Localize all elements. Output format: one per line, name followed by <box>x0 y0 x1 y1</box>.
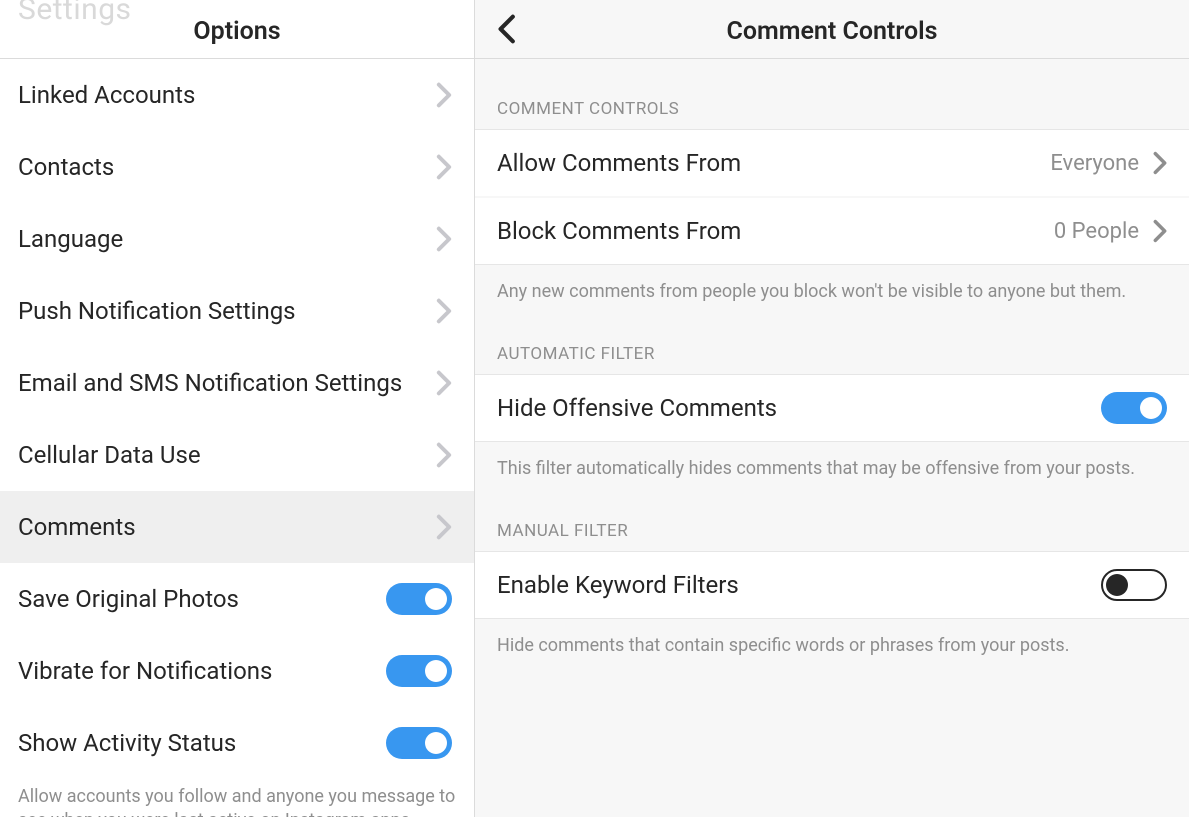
section-group-automatic-filter: Hide Offensive Comments <box>475 374 1189 442</box>
options-title: Options <box>193 17 280 46</box>
row-label: Allow Comments From <box>497 149 741 177</box>
options-header: Options <box>0 0 474 59</box>
comment-controls-pane: Comment Controls COMMENT CONTROLS Allow … <box>475 0 1189 817</box>
option-email-sms-notifications[interactable]: Email and SMS Notification Settings <box>0 347 474 419</box>
section-group-manual-filter: Enable Keyword Filters <box>475 551 1189 619</box>
section-header-automatic-filter: AUTOMATIC FILTER <box>475 304 1189 374</box>
row-value: Everyone <box>1050 151 1139 176</box>
option-linked-accounts[interactable]: Linked Accounts <box>0 59 474 131</box>
row-label: Block Comments From <box>497 217 741 245</box>
chevron-right-icon <box>436 442 452 468</box>
option-comments[interactable]: Comments <box>0 491 474 563</box>
options-list: Linked Accounts Contacts Language Push N… <box>0 59 474 817</box>
option-label: Contacts <box>18 153 114 181</box>
option-label: Comments <box>18 513 136 541</box>
toggle-save-photos[interactable] <box>386 583 452 615</box>
row-hide-offensive: Hide Offensive Comments <box>475 375 1189 441</box>
option-push-notifications[interactable]: Push Notification Settings <box>0 275 474 347</box>
chevron-right-icon <box>436 226 452 252</box>
detail-title: Comment Controls <box>727 17 938 46</box>
activity-status-description: Allow accounts you follow and anyone you… <box>0 779 474 817</box>
option-show-activity-status: Show Activity Status <box>0 707 474 779</box>
row-value: 0 People <box>1054 219 1139 244</box>
back-button[interactable] <box>495 14 517 48</box>
row-enable-keyword-filters: Enable Keyword Filters <box>475 552 1189 618</box>
row-label: Hide Offensive Comments <box>497 394 777 422</box>
option-label: Linked Accounts <box>18 81 195 109</box>
chevron-right-icon <box>436 298 452 324</box>
chevron-right-icon <box>436 82 452 108</box>
section-header-comment-controls: COMMENT CONTROLS <box>475 59 1189 129</box>
chevron-left-icon <box>495 29 517 48</box>
row-allow-comments-from[interactable]: Allow Comments From Everyone <box>475 130 1189 196</box>
option-contacts[interactable]: Contacts <box>0 131 474 203</box>
option-label: Vibrate for Notifications <box>18 657 272 685</box>
row-label: Enable Keyword Filters <box>497 571 739 599</box>
toggle-keyword-filters[interactable] <box>1101 569 1167 601</box>
section-group-comment-controls: Allow Comments From Everyone Block Comme… <box>475 129 1189 265</box>
option-language[interactable]: Language <box>0 203 474 275</box>
options-pane: Options Linked Accounts Contacts Languag… <box>0 0 475 817</box>
toggle-activity-status[interactable] <box>386 727 452 759</box>
chevron-right-icon <box>1153 219 1167 243</box>
option-label: Language <box>18 225 123 253</box>
section-footer-comment-controls: Any new comments from people you block w… <box>475 265 1189 304</box>
toggle-hide-offensive[interactable] <box>1101 392 1167 424</box>
chevron-right-icon <box>436 514 452 540</box>
section-footer-automatic-filter: This filter automatically hides comments… <box>475 442 1189 481</box>
section-header-manual-filter: MANUAL FILTER <box>475 481 1189 551</box>
option-label: Push Notification Settings <box>18 297 296 325</box>
toggle-vibrate[interactable] <box>386 655 452 687</box>
option-cellular-data[interactable]: Cellular Data Use <box>0 419 474 491</box>
row-block-comments-from[interactable]: Block Comments From 0 People <box>475 198 1189 264</box>
detail-content: COMMENT CONTROLS Allow Comments From Eve… <box>475 59 1189 817</box>
option-label: Save Original Photos <box>18 585 239 613</box>
chevron-right-icon <box>436 370 452 396</box>
detail-header: Comment Controls <box>475 0 1189 59</box>
option-label: Cellular Data Use <box>18 441 201 469</box>
option-vibrate-notifications: Vibrate for Notifications <box>0 635 474 707</box>
chevron-right-icon <box>1153 151 1167 175</box>
option-label: Email and SMS Notification Settings <box>18 369 402 397</box>
option-save-original-photos: Save Original Photos <box>0 563 474 635</box>
option-label: Show Activity Status <box>18 729 236 757</box>
chevron-right-icon <box>436 154 452 180</box>
section-footer-manual-filter: Hide comments that contain specific word… <box>475 619 1189 658</box>
